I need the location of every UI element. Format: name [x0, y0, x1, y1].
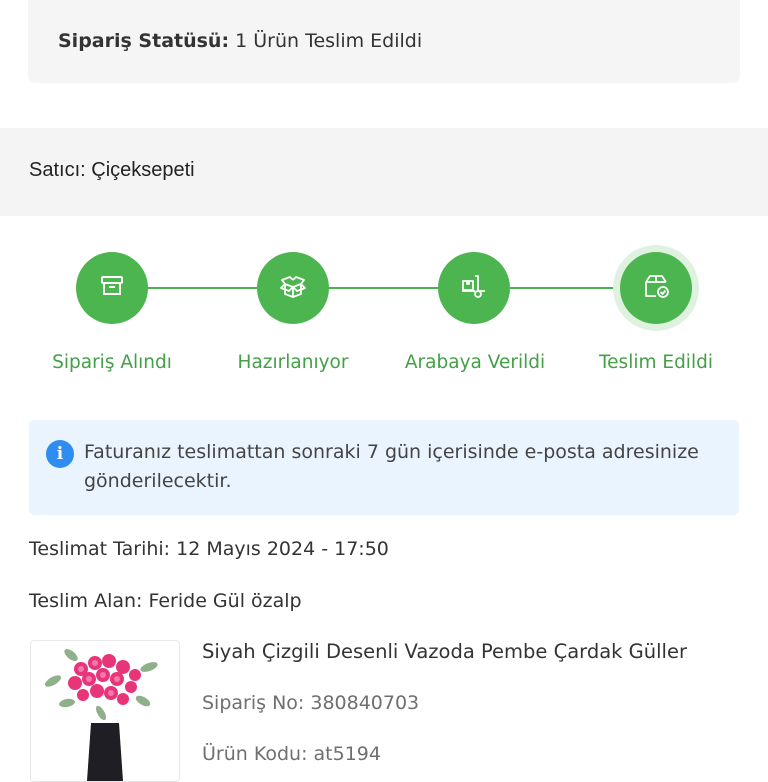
progress-line-3 — [510, 287, 620, 289]
invoice-info-text: Faturanız teslimattan sonraki 7 gün içer… — [84, 441, 699, 492]
order-status-value: 1 Ürün Teslim Edildi — [235, 30, 423, 52]
open-package-icon — [277, 270, 309, 306]
progress-line-2 — [329, 287, 439, 289]
hand-truck-icon — [458, 270, 490, 306]
archive-box-icon — [98, 272, 126, 304]
box-check-icon — [640, 270, 672, 306]
step-shipped — [438, 252, 510, 324]
progress-line-1 — [147, 287, 258, 289]
product-code: Ürün Kodu: at5194 — [202, 743, 381, 765]
step-order-received — [76, 252, 148, 324]
step-label-shipped: Arabaya Verildi — [404, 352, 546, 373]
step-label-order-received: Sipariş Alındı — [52, 352, 172, 373]
seller-name: Satıcı: Çiçeksepeti — [29, 159, 195, 181]
product-order-no: Sipariş No: 380840703 — [202, 692, 420, 714]
product-title[interactable]: Siyah Çizgili Desenli Vazoda Pembe Çarda… — [202, 640, 687, 663]
step-preparing — [257, 252, 329, 324]
info-icon: i — [46, 440, 74, 468]
order-status: Sipariş Statüsü: 1 Ürün Teslim Edildi — [58, 30, 422, 52]
delivery-receiver: Teslim Alan: Feride Gül özalp — [29, 590, 302, 612]
delivery-date: Teslimat Tarihi: 12 Mayıs 2024 - 17:50 — [29, 538, 389, 560]
step-label-preparing: Hazırlanıyor — [237, 352, 349, 373]
product-image[interactable] — [30, 640, 180, 782]
step-label-delivered: Teslim Edildi — [599, 352, 713, 373]
step-delivered — [620, 252, 692, 324]
order-status-label: Sipariş Statüsü: — [58, 30, 230, 52]
